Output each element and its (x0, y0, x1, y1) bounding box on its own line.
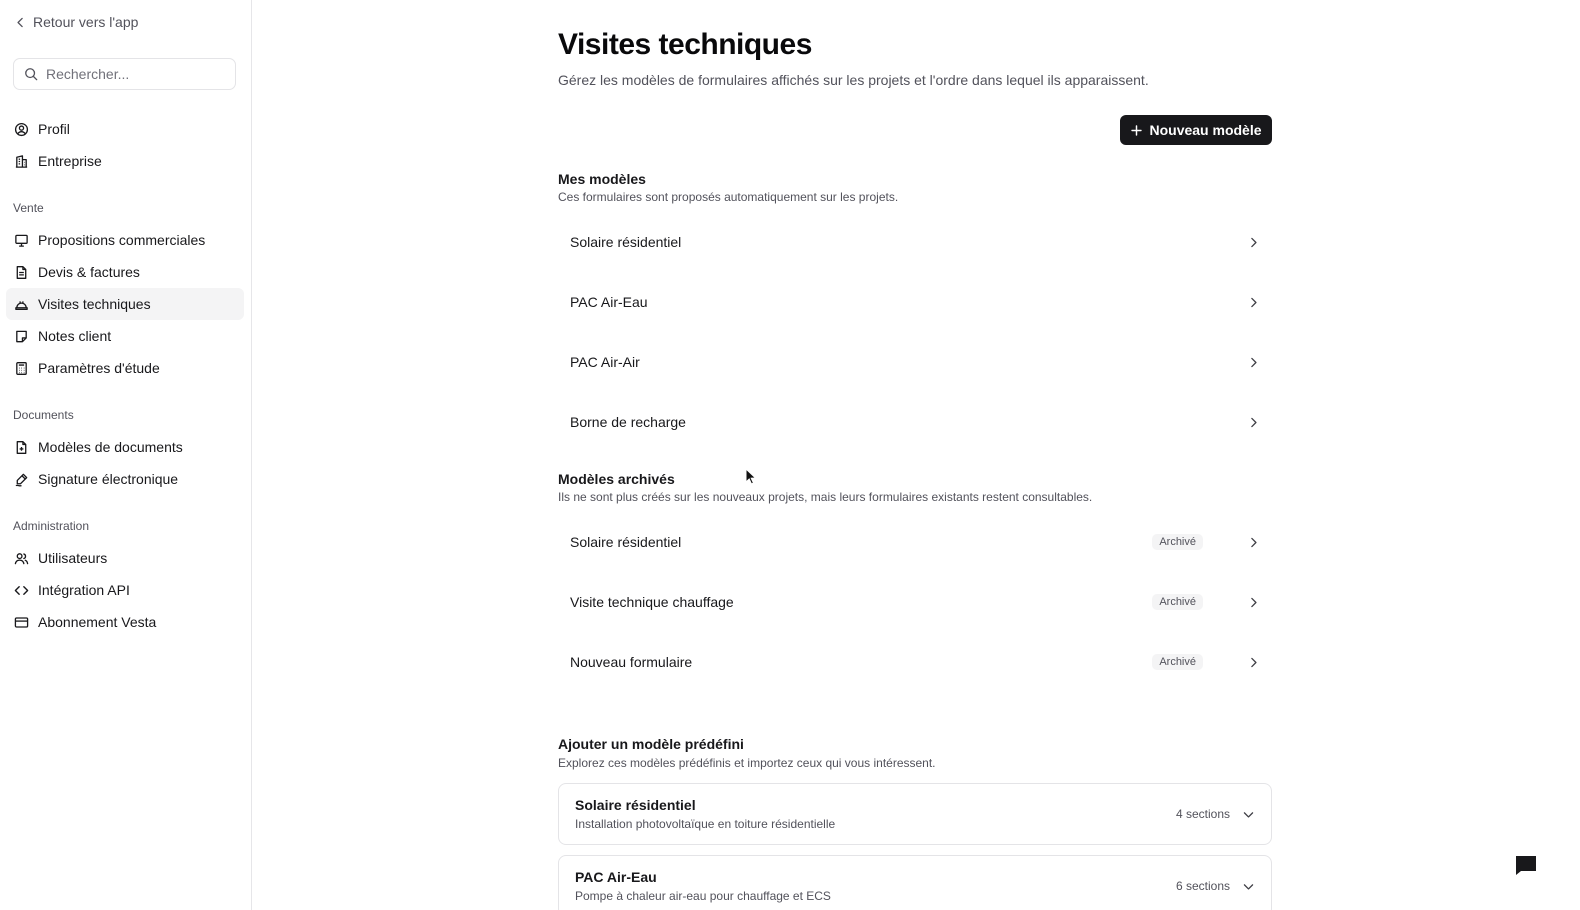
sidebar-item-label: Devis & factures (38, 264, 140, 280)
sidebar-item-label: Propositions commerciales (38, 232, 206, 248)
calculator-icon (16, 361, 27, 375)
chat-icon[interactable] (1514, 853, 1538, 877)
model-row[interactable]: Solaire résidentiel (558, 216, 1272, 268)
sidebar-item-utilisateurs[interactable]: Utilisateurs (6, 542, 244, 574)
archived-badge: Archivé (1152, 654, 1203, 670)
sidebar-item-notes[interactable]: Notes client (6, 320, 244, 352)
file-text-icon (16, 265, 27, 279)
archived-row[interactable]: Nouveau formulaire Archivé (558, 636, 1272, 688)
predefined-card-description: Pompe à chaleur air-eau pour chauffage e… (575, 889, 831, 903)
note-icon (16, 330, 27, 342)
page-subtitle: Gérez les modèles de formulaires affiché… (558, 72, 1149, 88)
archived-badge: Archivé (1152, 534, 1203, 550)
archived-row[interactable]: Visite technique chauffage Archivé (558, 576, 1272, 628)
chevron-right-icon (1251, 537, 1257, 547)
predefined-card[interactable]: PAC Air-Eau Pompe à chaleur air-eau pour… (558, 855, 1272, 910)
back-link-label: Retour vers l'app (33, 14, 139, 30)
archived-title: Modèles archivés (558, 471, 675, 487)
model-name: Solaire résidentiel (570, 534, 682, 550)
plus-icon (1131, 124, 1143, 136)
sidebar-item-label: Abonnement Vesta (38, 614, 157, 630)
sidebar-heading-vente: Vente (13, 201, 44, 215)
sidebar-item-profil[interactable]: Profil (6, 113, 244, 145)
predefined-card[interactable]: Solaire résidentiel Installation photovo… (558, 783, 1272, 845)
new-model-label: Nouveau modèle (1149, 122, 1262, 138)
sidebar-item-label: Intégration API (38, 582, 130, 598)
new-model-button[interactable]: Nouveau modèle (1120, 115, 1272, 145)
sidebar-item-label: Profil (38, 121, 70, 137)
chevron-right-icon (1251, 417, 1257, 427)
app: Retour vers l'app Profil Entreprise Vent… (0, 0, 1580, 910)
search-box[interactable] (13, 58, 236, 90)
model-name: Visite technique chauffage (570, 594, 734, 610)
sidebar-item-label: Paramètres d'étude (38, 360, 160, 376)
sidebar-item-label: Visites techniques (38, 296, 151, 312)
section-count: 4 sections (1175, 807, 1230, 821)
predefined-card-title: PAC Air-Eau (575, 869, 657, 885)
chevron-right-icon (1251, 597, 1257, 607)
model-row[interactable]: PAC Air-Eau (558, 276, 1272, 328)
archived-badge: Archivé (1152, 594, 1203, 610)
main-content: Visites techniques Gérez les modèles de … (252, 0, 1580, 910)
my-models-subtitle: Ces formulaires sont proposés automatiqu… (558, 190, 899, 204)
user-circle-icon (14, 122, 29, 136)
sidebar-item-label: Entreprise (38, 153, 102, 169)
model-row[interactable]: Borne de recharge (558, 396, 1272, 448)
credit-card-icon (14, 616, 29, 628)
search-icon (25, 68, 38, 81)
presentation-icon (15, 234, 28, 247)
signature-icon (15, 473, 28, 487)
sidebar-heading-administration: Administration (13, 519, 90, 533)
chevron-right-icon (1251, 237, 1257, 247)
chevron-left-icon (17, 17, 23, 27)
sidebar-item-entreprise[interactable]: Entreprise (6, 145, 244, 177)
section-count: 6 sections (1175, 879, 1230, 893)
chevron-right-icon (1251, 657, 1257, 667)
predefined-title: Ajouter un modèle prédéfini (558, 736, 744, 752)
sidebar-item-abonnement[interactable]: Abonnement Vesta (6, 606, 244, 638)
users-icon (14, 552, 29, 564)
predefined-subtitle: Explorez ces modèles prédéfinis et impor… (558, 756, 936, 770)
sidebar-item-label: Utilisateurs (38, 550, 108, 566)
sidebar-heading-documents: Documents (13, 408, 74, 422)
sidebar-item-signature[interactable]: Signature électronique (6, 463, 244, 495)
sidebar-item-label: Signature électronique (38, 471, 179, 487)
model-name: PAC Air-Air (570, 354, 640, 370)
chevron-right-icon (1251, 357, 1257, 367)
back-to-app-link[interactable]: Retour vers l'app (14, 14, 138, 30)
page-title: Visites techniques (558, 28, 812, 61)
predefined-card-text: Solaire résidentiel Installation photovo… (575, 797, 1176, 831)
sidebar-item-propositions[interactable]: Propositions commerciales (6, 224, 244, 256)
archived-row[interactable]: Solaire résidentiel Archivé (558, 516, 1272, 568)
model-name: Solaire résidentiel (570, 234, 682, 250)
sidebar-item-label: Modèles de documents (38, 439, 183, 455)
search-input[interactable] (46, 66, 216, 82)
chevron-down-icon[interactable] (1242, 808, 1255, 821)
chevron-down-icon[interactable] (1242, 880, 1255, 893)
sidebar-item-label: Notes client (38, 328, 112, 344)
mouse-cursor-icon (745, 468, 757, 485)
helmet-icon (15, 300, 28, 310)
chevron-right-icon (1251, 297, 1257, 307)
my-models-title: Mes modèles (558, 171, 646, 187)
code-icon (14, 585, 29, 595)
building-icon (15, 154, 28, 168)
model-name: PAC Air-Eau (570, 294, 648, 310)
sidebar-item-devis[interactable]: Devis & factures (6, 256, 244, 288)
model-name: Nouveau formulaire (570, 654, 693, 670)
model-row[interactable]: PAC Air-Air (558, 336, 1272, 388)
archived-subtitle: Ils ne sont plus créés sur les nouveaux … (558, 490, 1093, 504)
file-plus-icon (16, 440, 27, 454)
sidebar: Retour vers l'app Profil Entreprise Vent… (0, 0, 252, 910)
predefined-card-description: Installation photovoltaïque en toiture r… (575, 817, 836, 831)
predefined-card-title: Solaire résidentiel (575, 797, 696, 813)
predefined-card-text: PAC Air-Eau Pompe à chaleur air-eau pour… (575, 869, 1176, 903)
sidebar-item-visites[interactable]: Visites techniques (6, 288, 244, 320)
sidebar-item-modeles-documents[interactable]: Modèles de documents (6, 431, 244, 463)
sidebar-item-parametres[interactable]: Paramètres d'étude (6, 352, 244, 384)
model-name: Borne de recharge (570, 414, 686, 430)
sidebar-item-api[interactable]: Intégration API (6, 574, 244, 606)
